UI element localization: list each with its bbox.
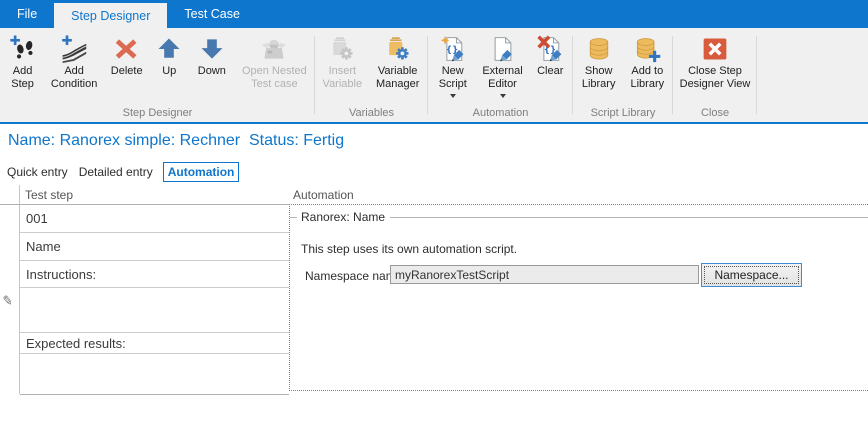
automation-description: This step uses its own automation script…	[301, 242, 517, 256]
namespace-button[interactable]: Namespace...	[701, 263, 802, 287]
show-library-button[interactable]: ShowLibrary	[576, 35, 622, 91]
tab-quick-entry[interactable]: Quick entry	[6, 162, 69, 182]
box-gear-orange-icon	[384, 35, 412, 63]
test-step-row-expected-results-value[interactable]	[20, 354, 289, 395]
focus-rectangle	[704, 266, 799, 284]
test-step-row-name[interactable]: Name	[20, 233, 289, 261]
ribbon-group-script-library: ShowLibrary Add toLibrary	[573, 28, 673, 122]
close-step-designer-view-button[interactable]: Close StepDesigner View	[675, 35, 755, 91]
down-button[interactable]: Down	[190, 35, 234, 78]
ribbon-group-step-designer: AddStep AddCondition	[0, 28, 315, 122]
arrow-up-icon	[155, 35, 183, 63]
group-label-close: Close	[673, 107, 757, 119]
tab-step-designer[interactable]: Step Designer	[54, 3, 167, 28]
open-nested-test-case-button: Open NestedTest case	[235, 35, 313, 91]
test-step-column-header: Test step	[25, 188, 73, 202]
box-gear-gray-icon	[328, 35, 356, 63]
group-label-variables: Variables	[315, 107, 428, 119]
test-step-row-id[interactable]: 001	[20, 205, 289, 233]
group-label-automation: Automation	[428, 107, 573, 119]
namespace-name-input[interactable]	[390, 265, 699, 284]
database-plus-icon	[633, 35, 661, 63]
new-script-icon: {}	[439, 35, 467, 63]
step-designer-window: File Step Designer Test Case	[0, 0, 868, 447]
ribbon-tab-bar: File Step Designer Test Case	[0, 0, 868, 28]
tab-detailed-entry[interactable]: Detailed entry	[78, 162, 154, 182]
clear-script-icon: {}	[536, 35, 564, 63]
variable-manager-button[interactable]: VariableManager	[370, 35, 426, 91]
red-x-icon	[113, 35, 141, 63]
namespace-name-label: Namespace name	[305, 269, 402, 283]
junction-plus-icon	[60, 35, 88, 63]
groupbox-title: Ranorex: Name	[297, 210, 390, 224]
database-icon	[585, 35, 613, 63]
ribbon-group-automation: {} NewScript E	[428, 28, 573, 122]
page-title: Name: Ranorex simple: Rechner Status: Fe…	[8, 132, 344, 150]
external-editor-button[interactable]: ExternalEditor	[478, 35, 528, 98]
footprints-plus-icon	[9, 35, 37, 63]
group-label-script-library: Script Library	[573, 107, 673, 119]
add-step-button[interactable]: AddStep	[2, 35, 44, 91]
up-button[interactable]: Up	[150, 35, 188, 78]
delete-button[interactable]: Delete	[105, 35, 149, 78]
test-step-row-instructions-value[interactable]	[20, 288, 289, 333]
external-editor-icon	[489, 35, 517, 63]
dropdown-arrow-icon[interactable]	[500, 94, 506, 98]
tab-automation[interactable]: Automation	[163, 162, 240, 182]
entry-mode-tabs: Quick entry Detailed entry Automation	[6, 162, 239, 182]
ribbon: AddStep AddCondition	[0, 28, 868, 124]
clear-button[interactable]: {} Clear	[530, 35, 570, 78]
tab-test-case[interactable]: Test Case	[167, 0, 257, 28]
ribbon-group-close: Close StepDesigner View Close	[673, 28, 757, 122]
automation-column-header: Automation	[293, 188, 354, 202]
add-condition-button[interactable]: AddCondition	[45, 35, 103, 91]
open-box-icon	[260, 35, 288, 63]
dropdown-arrow-icon[interactable]	[450, 94, 456, 98]
red-square-x-icon	[701, 35, 729, 63]
add-to-library-button[interactable]: Add toLibrary	[624, 35, 670, 91]
test-step-row-instructions[interactable]: Instructions:	[20, 261, 289, 288]
ranorex-groupbox-legend: Ranorex: Name	[290, 210, 868, 224]
tab-file[interactable]: File	[0, 0, 54, 28]
test-step-grid: 001 Name Instructions: Expected results:	[20, 205, 289, 395]
automation-panel: Ranorex: Name This step uses its own aut…	[289, 204, 868, 391]
new-script-button[interactable]: {} NewScript	[431, 35, 475, 98]
group-label-step-designer: Step Designer	[0, 107, 315, 119]
test-step-row-expected-results[interactable]: Expected results:	[20, 333, 289, 354]
pencil-icon: ✎	[1, 292, 14, 309]
ribbon-group-variables: InsertVariable	[315, 28, 428, 122]
insert-variable-button: InsertVariable	[317, 35, 367, 91]
arrow-down-icon	[198, 35, 226, 63]
group-separator	[756, 36, 757, 114]
